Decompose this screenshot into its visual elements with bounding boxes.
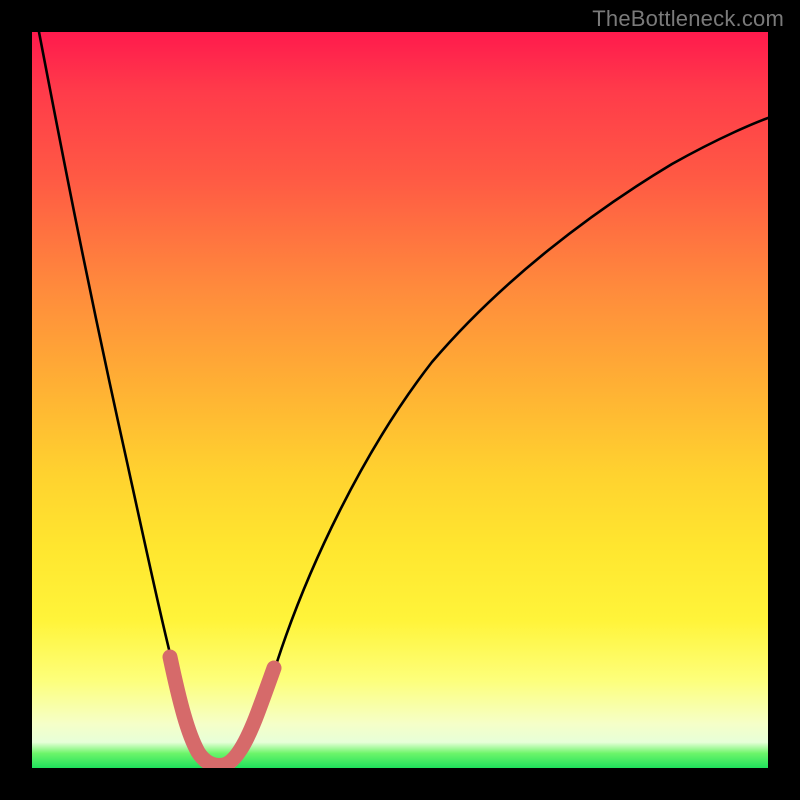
watermark-text: TheBottleneck.com xyxy=(592,6,784,32)
bottleneck-curve-path xyxy=(39,32,768,766)
bottleneck-curve-svg xyxy=(32,32,768,768)
plot-area xyxy=(32,32,768,768)
bottleneck-highlight-path xyxy=(170,657,274,765)
chart-frame: TheBottleneck.com xyxy=(0,0,800,800)
